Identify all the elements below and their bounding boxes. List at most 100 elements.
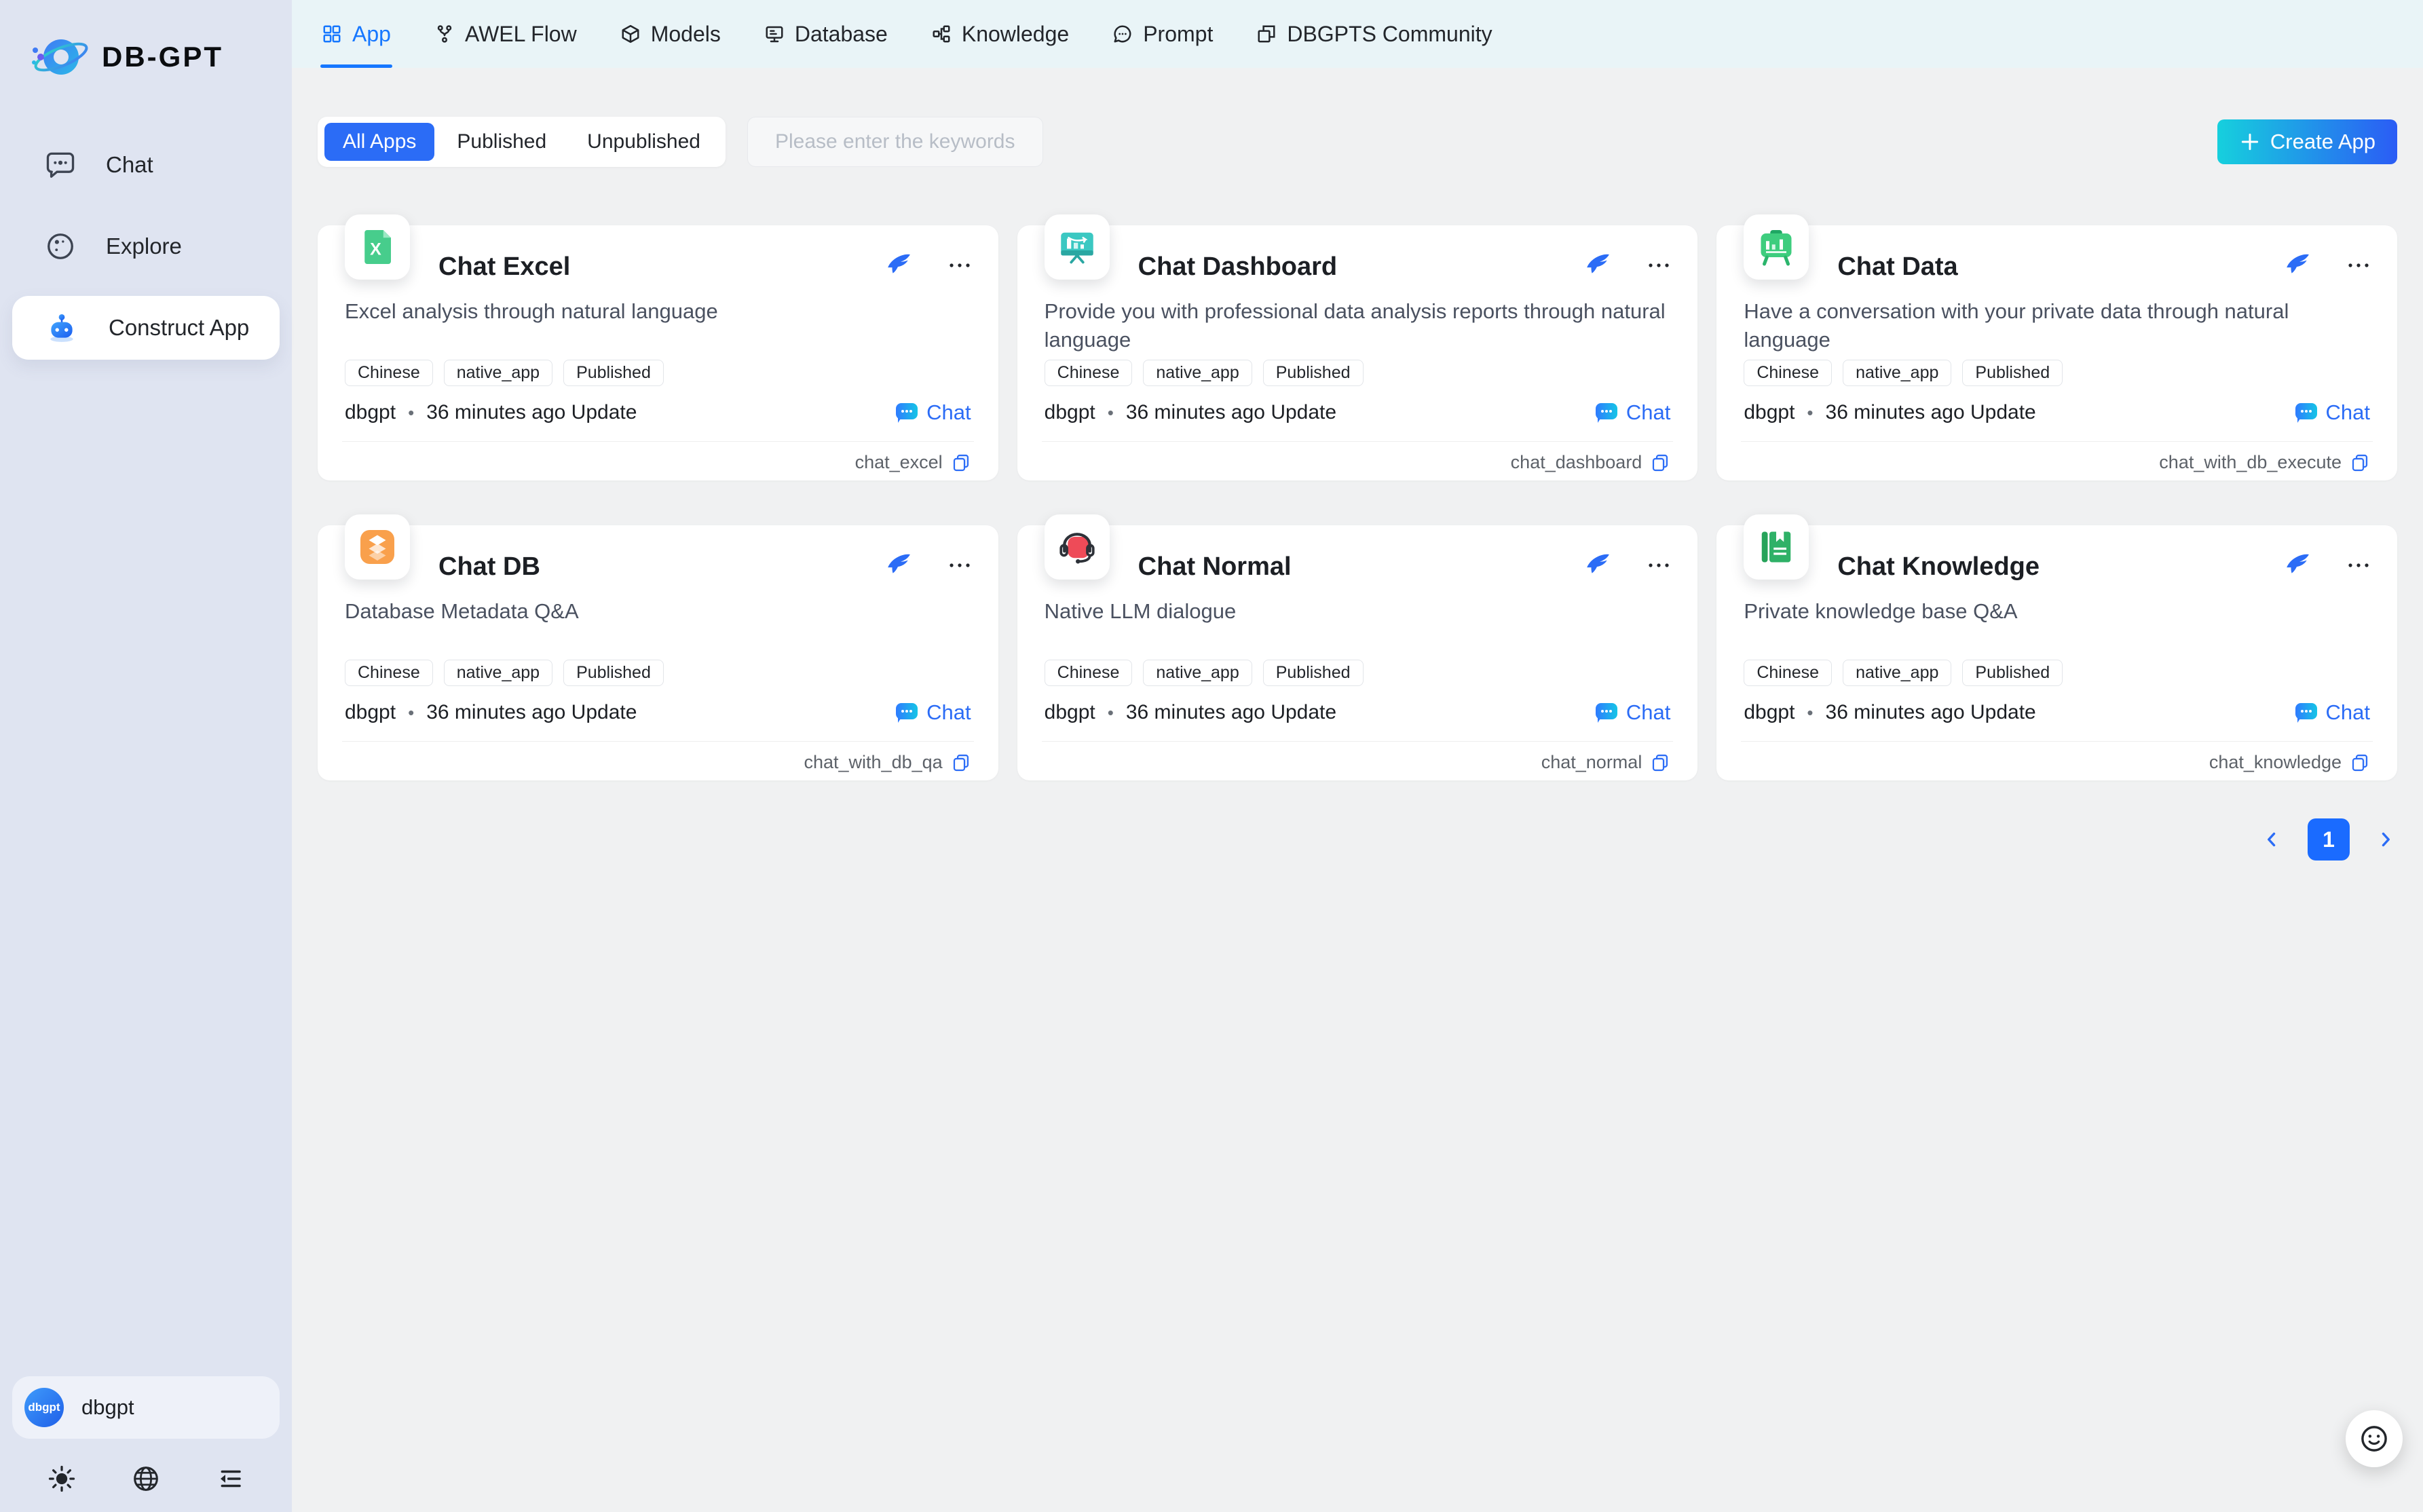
- tab-label: AWEL Flow: [465, 22, 577, 47]
- more-menu-button[interactable]: [2347, 261, 2370, 269]
- copy-code-button[interactable]: [2350, 753, 2370, 773]
- tab-prompt[interactable]: Prompt: [1111, 0, 1214, 68]
- app-card-chat-normal[interactable]: Chat Normal Native LLM: [1017, 525, 1698, 780]
- more-menu-button[interactable]: [948, 561, 971, 569]
- copy-code-button[interactable]: [951, 753, 971, 773]
- copy-code-button[interactable]: [951, 453, 971, 473]
- pagination: 1: [318, 818, 2397, 861]
- tab-knowledge[interactable]: Knowledge: [930, 0, 1070, 68]
- sidebar-item-explore[interactable]: Explore: [12, 214, 280, 278]
- chat-link[interactable]: Chat: [2294, 400, 2370, 425]
- app-card-chat-data[interactable]: Chat Data Have a conve: [1716, 225, 2397, 480]
- svg-text:X: X: [370, 240, 381, 259]
- user-name: dbgpt: [81, 1395, 134, 1420]
- card-actions: [2285, 252, 2370, 278]
- planet-logo-icon: [29, 30, 91, 84]
- tab-app[interactable]: App: [320, 0, 392, 68]
- app-card-chat-excel[interactable]: X Chat Excel: [318, 225, 998, 480]
- chat-link[interactable]: Chat: [895, 700, 971, 725]
- collapse-sidebar-button[interactable]: [216, 1464, 244, 1493]
- filter-unpublished[interactable]: Unpublished: [569, 123, 719, 161]
- owner-name: dbgpt: [1744, 701, 1795, 724]
- search-input[interactable]: [774, 130, 1038, 154]
- card-meta: dbgpt • 36 minutes ago Update Chat: [1744, 400, 2370, 425]
- updated-text: 36 minutes ago Update: [1826, 701, 2036, 724]
- filter-all-apps[interactable]: All Apps: [324, 123, 434, 161]
- sidebar-footer-icons: [12, 1464, 280, 1493]
- app-icon-tile: [1045, 214, 1110, 280]
- sidebar-spacer: [12, 360, 280, 1376]
- ellipsis-icon: [1647, 561, 1670, 569]
- tag: Chinese: [1744, 360, 1832, 386]
- copy-code-button[interactable]: [2350, 453, 2370, 473]
- dingtalk-share-button[interactable]: [2285, 252, 2310, 278]
- feedback-fab-button[interactable]: [2346, 1410, 2403, 1467]
- copy-icon: [951, 753, 971, 773]
- prev-page-button[interactable]: [2260, 828, 2283, 851]
- owner-name: dbgpt: [345, 701, 396, 724]
- chat-link[interactable]: Chat: [2294, 700, 2370, 725]
- tag: Chinese: [1744, 660, 1832, 686]
- chat-link-label: Chat: [2326, 700, 2370, 725]
- app-card-description: Excel analysis through natural language: [345, 297, 971, 326]
- card-meta: dbgpt • 36 minutes ago Update Chat: [1045, 700, 1671, 725]
- dingtalk-share-button[interactable]: [2285, 552, 2310, 578]
- app-code: chat_knowledge: [2209, 752, 2342, 773]
- copy-icon: [2350, 453, 2370, 473]
- tab-models[interactable]: Models: [619, 0, 722, 68]
- more-menu-button[interactable]: [1647, 561, 1670, 569]
- separator: •: [1807, 402, 1813, 423]
- chat-bubble-icon: [1594, 402, 1619, 423]
- chevron-left-icon: [2260, 828, 2283, 851]
- language-button[interactable]: [132, 1464, 160, 1493]
- excel-file-icon: X: [357, 227, 398, 267]
- chat-link[interactable]: Chat: [1594, 700, 1670, 725]
- dingtalk-share-button[interactable]: [1585, 552, 1611, 578]
- user-profile[interactable]: dbgpt dbgpt: [12, 1376, 280, 1439]
- card-divider: [1741, 441, 2373, 442]
- chat-link[interactable]: Chat: [895, 400, 971, 425]
- tab-database[interactable]: Database: [763, 0, 889, 68]
- tag: Chinese: [1045, 660, 1133, 686]
- sidebar-item-chat[interactable]: Chat: [12, 133, 280, 197]
- ellipsis-icon: [948, 561, 971, 569]
- app-card-title: Chat Knowledge: [1837, 552, 2040, 582]
- tab-dbgpts-community[interactable]: DBGPTS Community: [1255, 0, 1493, 68]
- search-box: [747, 117, 1043, 167]
- tag: Published: [1263, 660, 1364, 686]
- chat-link[interactable]: Chat: [1594, 400, 1670, 425]
- sidebar-item-construct-app[interactable]: Construct App: [12, 296, 280, 360]
- more-menu-button[interactable]: [948, 261, 971, 269]
- model-cube-icon: [620, 24, 641, 44]
- dingtalk-share-button[interactable]: [886, 252, 912, 278]
- separator: •: [408, 702, 414, 723]
- copy-code-button[interactable]: [1650, 453, 1670, 473]
- more-menu-button[interactable]: [1647, 261, 1670, 269]
- create-app-button[interactable]: Create App: [2217, 119, 2397, 164]
- tag: Chinese: [1045, 360, 1133, 386]
- app-card-chat-db[interactable]: Chat DB Database Metad: [318, 525, 998, 780]
- updated-text: 36 minutes ago Update: [426, 701, 637, 724]
- dingtalk-share-button[interactable]: [886, 552, 912, 578]
- app-code: chat_with_db_qa: [804, 752, 942, 773]
- chat-bubble-icon: [1594, 702, 1619, 723]
- chat-bubble-icon: [895, 702, 919, 723]
- next-page-button[interactable]: [2374, 828, 2397, 851]
- app-card-description: Native LLM dialogue: [1045, 597, 1671, 626]
- copy-code-button[interactable]: [1650, 753, 1670, 773]
- database-layers-icon: [357, 527, 398, 567]
- filter-published[interactable]: Published: [438, 123, 565, 161]
- tab-awel-flow[interactable]: AWEL Flow: [433, 0, 578, 68]
- more-menu-button[interactable]: [2347, 561, 2370, 569]
- app-card-chat-knowledge[interactable]: Chat Knowledge Private: [1716, 525, 2397, 780]
- community-grid-icon: [1256, 24, 1277, 44]
- card-divider: [1042, 441, 1674, 442]
- page-number-button[interactable]: 1: [2308, 818, 2350, 861]
- tab-label: Prompt: [1143, 22, 1213, 47]
- dingtalk-share-button[interactable]: [1585, 252, 1611, 278]
- theme-toggle-button[interactable]: [48, 1464, 76, 1493]
- app-card-chat-dashboard[interactable]: Chat Dashboard Provide: [1017, 225, 1698, 480]
- app-code: chat_excel: [855, 452, 943, 473]
- dingtalk-wing-icon: [1585, 552, 1611, 578]
- explore-planet-icon: [45, 231, 76, 262]
